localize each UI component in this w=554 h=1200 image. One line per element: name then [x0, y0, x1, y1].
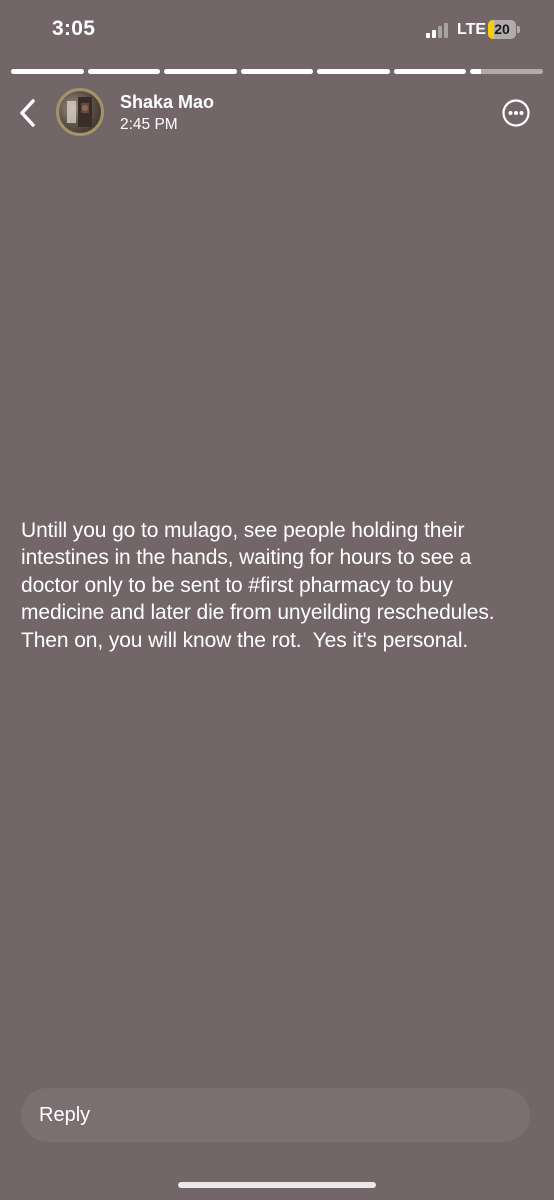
- home-indicator: [178, 1182, 376, 1188]
- story-progress-segment: [11, 69, 84, 74]
- story-progress-segment: [240, 69, 314, 74]
- story-progress-fill: [87, 69, 161, 74]
- story-progress-segment: [470, 69, 543, 74]
- post-timestamp: 2:45 PM: [120, 116, 178, 133]
- author-avatar[interactable]: [56, 88, 104, 136]
- story-progress-fill: [393, 69, 467, 74]
- chevron-left-icon: [20, 99, 35, 127]
- signal-bar: [438, 26, 442, 38]
- battery-percentage: 20: [494, 21, 510, 37]
- story-progress-segment: [393, 69, 467, 74]
- ellipsis-circle-icon: [502, 99, 530, 127]
- status-bar: 3:05 LTE 20: [0, 0, 554, 60]
- story-text: Untill you go to mulago, see people hold…: [21, 519, 500, 652]
- signal-bar: [432, 29, 436, 38]
- story-progress-fill: [470, 69, 482, 74]
- reply-input[interactable]: [21, 1088, 530, 1142]
- network-type-label: LTE: [457, 21, 487, 38]
- story-progress-fill: [164, 69, 237, 74]
- signal-bar: [444, 22, 448, 38]
- signal-bar: [426, 33, 430, 38]
- cellular-signal-icon: [426, 22, 452, 38]
- story-progress-fill: [240, 69, 314, 74]
- story-progress-fill: [11, 69, 84, 74]
- story-progress-fill: [317, 69, 390, 74]
- battery-icon: 20: [488, 20, 520, 39]
- status-time: 3:05: [52, 17, 96, 40]
- reply-field[interactable]: [21, 1088, 530, 1142]
- story-progress-segment: [317, 69, 390, 74]
- more-options-button[interactable]: [501, 98, 531, 128]
- story-progress-bar: [11, 69, 543, 74]
- story-progress-segment: [87, 69, 161, 74]
- story-progress-segment: [164, 69, 237, 74]
- back-button[interactable]: [14, 96, 44, 130]
- author-name[interactable]: Shaka Mao: [120, 92, 214, 113]
- avatar-photo: [67, 97, 92, 127]
